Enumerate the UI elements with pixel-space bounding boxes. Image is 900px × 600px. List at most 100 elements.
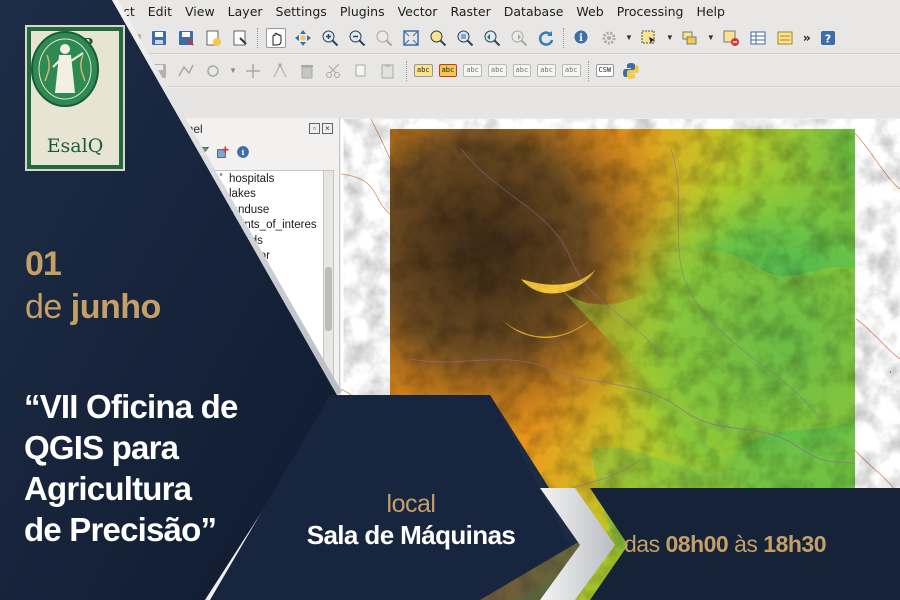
label-tool-chip[interactable]: abc <box>537 64 556 77</box>
points-icon <box>211 173 223 184</box>
float-panel-icon[interactable]: ▫ <box>309 123 320 134</box>
label-tool-chip[interactable]: abc <box>438 64 458 77</box>
menu-plugins[interactable]: Plugins <box>340 4 385 19</box>
zoom-last-icon[interactable] <box>482 28 502 48</box>
layer-name: points_of_interes <box>229 219 317 232</box>
menu-bar: Project Edit View Layer Settings Plugins… <box>0 0 900 22</box>
menu-processing[interactable]: Processing <box>617 4 684 19</box>
pan-to-selection-icon[interactable] <box>293 28 313 48</box>
zoom-full-icon[interactable] <box>401 28 421 48</box>
svg-text:?: ? <box>825 32 831 45</box>
label-tool-chip[interactable]: abc <box>463 64 482 77</box>
menu-vector[interactable]: Vector <box>398 4 438 19</box>
layer-item-landuse[interactable]: landuse <box>206 202 323 218</box>
dem-raster-map: · <box>341 119 900 600</box>
action-gear-icon[interactable] <box>599 28 619 48</box>
zoom-native-icon[interactable] <box>374 28 394 48</box>
layer-properties-icon[interactable] <box>216 145 230 159</box>
paste-clipboard-icon[interactable] <box>378 61 398 81</box>
refresh-icon[interactable] <box>536 28 556 48</box>
attribute-table-icon[interactable] <box>748 28 768 48</box>
menu-raster[interactable]: Raster <box>450 4 490 19</box>
label-tool-chip[interactable]: abc <box>561 64 581 77</box>
close-panel-icon[interactable]: × <box>322 123 333 134</box>
zoom-in-icon[interactable] <box>320 28 340 48</box>
toolbar-separator <box>257 27 258 48</box>
zoom-out-icon[interactable] <box>347 28 367 48</box>
layer-item-roadsmajor[interactable]: dsmajor <box>206 249 323 265</box>
menu-database[interactable]: Database <box>504 4 564 19</box>
deselect-features-icon[interactable] <box>721 28 741 48</box>
pan-hand-icon[interactable] <box>265 27 286 48</box>
toolbar-separator <box>405 60 407 81</box>
vertex-tool-icon[interactable] <box>270 61 290 81</box>
select-features-icon[interactable] <box>639 28 659 48</box>
menu-web[interactable]: Web <box>576 4 603 19</box>
chevron-down-icon[interactable]: ▼ <box>666 33 674 42</box>
field-calculator-icon[interactable] <box>775 28 795 48</box>
zoom-to-layer-icon[interactable] <box>455 28 475 48</box>
help-icon[interactable]: ? <box>818 28 838 48</box>
menu-edit[interactable]: Edit <box>148 4 172 19</box>
add-feature-icon[interactable] <box>203 61 223 81</box>
svg-text:i: i <box>579 33 583 44</box>
layer-item-rivers[interactable]: ls <box>206 264 323 280</box>
copy-icon[interactable] <box>351 61 371 81</box>
layers-panel-tools: i <box>176 145 250 159</box>
points-icon <box>211 219 223 231</box>
menu-settings[interactable]: Settings <box>276 4 327 19</box>
save-project-icon[interactable] <box>149 28 169 48</box>
identify-features-icon[interactable]: i <box>572 28 592 48</box>
zoom-next-icon[interactable] <box>509 28 529 48</box>
chevron-down-icon[interactable]: ▼ <box>229 66 237 75</box>
layer-item-railroads[interactable]: ilroads <box>206 233 323 249</box>
layer-name: ilroads <box>229 234 263 247</box>
qgis-window: Project Edit View Layer Settings Plugins… <box>0 0 900 600</box>
chevron-down-icon[interactable]: ▼ <box>707 33 715 42</box>
toolbar-overflow-icon[interactable]: » <box>803 30 811 45</box>
map-canvas[interactable]: · <box>341 119 900 600</box>
layer-name: dsmajor <box>229 250 270 263</box>
pencil-edit-icon[interactable] <box>122 61 142 81</box>
save-as-icon[interactable] <box>176 28 196 48</box>
cut-scissors-icon[interactable] <box>324 61 344 81</box>
toolbar-separator <box>587 60 589 81</box>
layer-item-lakes[interactable]: lakes <box>206 187 323 203</box>
layers-scrollbar[interactable] <box>323 170 334 400</box>
layer-name: ls <box>229 265 238 278</box>
zoom-to-selection-icon[interactable] <box>428 28 448 48</box>
label-tool-chip[interactable]: abc <box>512 64 532 77</box>
menu-help[interactable]: Help <box>696 4 725 19</box>
polygon-icon <box>210 203 223 217</box>
digitize-icon[interactable] <box>176 61 196 81</box>
new-print-layout-icon[interactable] <box>203 28 223 48</box>
line-icon <box>210 269 223 277</box>
secondary-toolbar-strip <box>0 88 900 118</box>
filter-by-expression-icon[interactable] <box>196 145 210 159</box>
delete-trash-icon[interactable] <box>297 61 317 81</box>
layer-info-icon[interactable]: i <box>236 145 250 159</box>
open-project-icon[interactable] <box>122 28 142 48</box>
line-icon <box>210 238 223 246</box>
move-feature-icon[interactable] <box>243 61 263 81</box>
label-tool-chip[interactable]: abc <box>487 64 507 77</box>
layer-item-hospitals[interactable]: hospitals <box>206 171 323 187</box>
menu-view[interactable]: View <box>185 4 215 19</box>
chevron-down-icon[interactable]: ▼ <box>625 33 633 42</box>
layer-name: lakes <box>229 188 256 201</box>
menu-layer[interactable]: Layer <box>228 4 263 19</box>
layers-panel-title: Panel <box>172 122 203 136</box>
select-by-value-icon[interactable] <box>680 28 700 48</box>
label-tool-chip[interactable]: abc <box>413 64 433 77</box>
scrollbar-thumb[interactable] <box>325 267 332 331</box>
svg-text:i: i <box>242 148 245 157</box>
filter-legend-icon[interactable] <box>176 145 190 159</box>
layout-manager-icon[interactable] <box>230 28 250 48</box>
layer-item-points-of-interest[interactable]: points_of_interes <box>206 218 323 234</box>
polygon-icon <box>210 187 223 201</box>
layer-name: hospitals <box>229 172 275 185</box>
save-edits-icon[interactable] <box>149 61 169 81</box>
csw-chip[interactable]: CSW <box>595 64 615 77</box>
python-console-icon[interactable] <box>621 61 641 81</box>
menu-project[interactable]: Project <box>92 4 135 19</box>
